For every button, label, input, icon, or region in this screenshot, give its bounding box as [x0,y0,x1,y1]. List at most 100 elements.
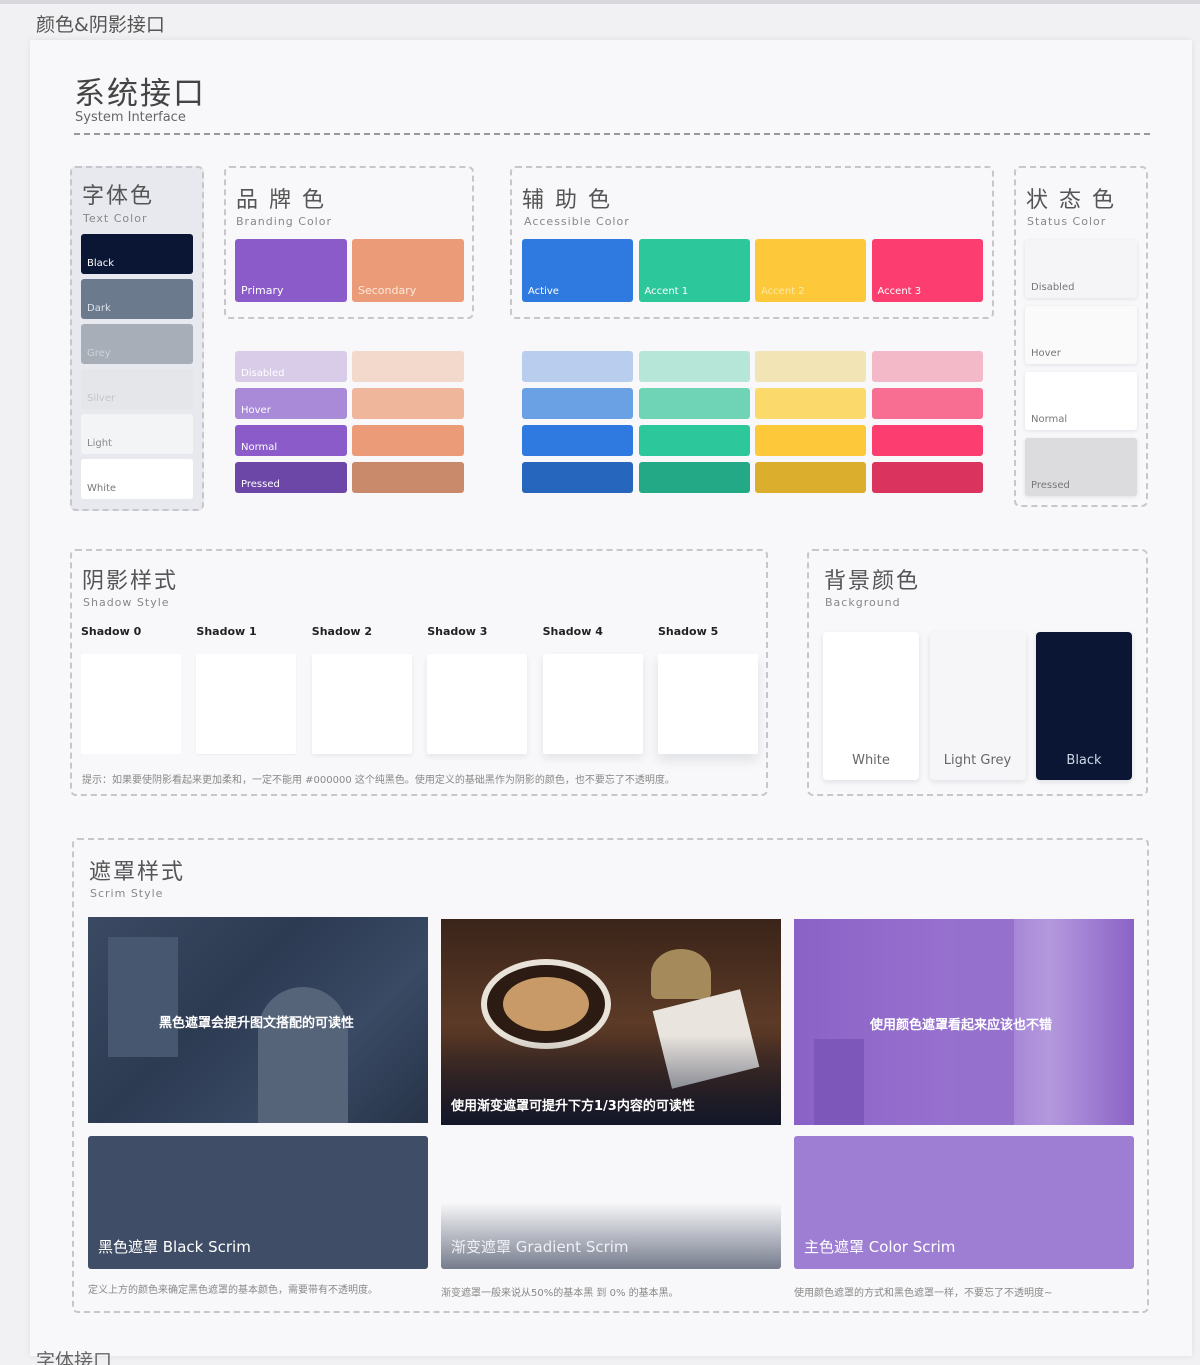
background-subtitle: Background [825,596,901,609]
status-normal-swatch[interactable]: Normal [1025,372,1137,430]
text-color-label: Grey [87,348,111,359]
accessible-color-subtitle: Accessible Color [524,215,630,228]
black-scrim-card: 黑色遮罩 Black Scrim [88,1136,428,1269]
chair-shape [814,1039,864,1125]
status-hover-swatch[interactable]: Hover [1025,306,1137,364]
color-scrim-label: 主色遮罩 Color Scrim [804,1238,956,1256]
accessible-state-swatch[interactable] [522,351,633,382]
title-divider [74,133,1150,135]
accessible-state-swatch[interactable] [755,388,866,419]
shadow-style-subtitle: Shadow Style [83,596,170,609]
background-black-card[interactable]: Black [1036,632,1132,780]
accessible-label: Accent 2 [761,286,805,297]
accessible-swatch-4[interactable]: Accent 3 [871,239,983,302]
primary-normal-swatch[interactable]: Normal [235,425,347,456]
accessible-swatch-3[interactable]: Accent 2 [755,239,866,302]
accessible-state-swatch[interactable] [638,462,750,493]
black-scrim-photo: 黑色遮罩会提升图文搭配的可读性 [88,917,428,1123]
shadow-label: Shadow 3 [427,625,488,638]
black-scrim-caption: 黑色遮罩会提升图文搭配的可读性 [159,1016,355,1031]
accessible-state-swatch[interactable] [522,462,633,493]
accessible-swatch-2[interactable]: Accent 1 [638,239,750,302]
accessible-state-swatch[interactable] [871,351,983,382]
gradient-scrim-photo: 使用渐变遮罩可提升下方1/3内容的可读性 [441,919,781,1125]
accessible-label: Accent 3 [877,286,922,297]
secondary-swatch[interactable]: Secondary [352,239,464,302]
shadow-0-card [81,654,181,754]
shadow-hint: 提示：如果要使阴影看起来更加柔和，一定不能用 #000000 这个纯黑色。使用定… [82,775,675,786]
gradient-scrim-card: 渐变遮罩 Gradient Scrim [441,1136,781,1269]
shadow-4-card [542,654,643,754]
accessible-state-swatch[interactable] [638,388,750,419]
primary-state-label: Normal [241,442,278,453]
accessible-state-swatch[interactable] [638,425,750,456]
secondary-pressed-swatch[interactable] [352,462,464,493]
black-scrim-note: 定义上方的颜色来确定黑色遮罩的基本颜色，需要带有不透明度。 [88,1285,378,1296]
accessible-state-swatch[interactable] [638,351,750,382]
color-scrim-card: 主色遮罩 Color Scrim [794,1136,1134,1269]
status-label: Pressed [1031,480,1070,491]
secondary-normal-swatch[interactable] [352,425,464,456]
accessible-state-swatch[interactable] [755,351,866,382]
accessible-state-swatch[interactable] [871,388,983,419]
shadow-2-card [311,654,412,754]
accessible-state-swatch[interactable] [755,462,866,493]
person-shape [258,987,348,1123]
text-color-label: Light [87,438,112,449]
background-light-grey-card[interactable]: Light Grey [929,632,1026,780]
background-title: 背景颜色 [824,569,921,594]
shadow-style-title: 阴影样式 [82,569,179,594]
color-scrim-photo: 使用颜色遮罩看起来应该也不错 [794,919,1134,1125]
shadow-label: Shadow 1 [196,625,257,638]
status-label: Disabled [1031,282,1075,293]
text-color-swatch-dark[interactable]: Dark [81,279,193,319]
scrim-style-title: 遮罩样式 [89,860,186,885]
shadow-label: Shadow 4 [542,625,603,638]
status-pressed-swatch[interactable]: Pressed [1025,438,1137,496]
primary-state-label: Hover [241,405,271,416]
status-disabled-swatch[interactable]: Disabled [1025,240,1137,298]
text-color-label: Black [87,258,115,269]
shadow-5-card [658,654,758,754]
secondary-hover-swatch[interactable] [352,388,464,419]
text-color-swatch-black[interactable]: Black [81,234,193,274]
accessible-state-swatch[interactable] [522,425,633,456]
background-white-card[interactable]: White [823,632,919,780]
accessible-swatch-1[interactable]: Active [522,239,633,302]
text-color-title: 字体色 [82,184,155,209]
text-color-label: Silver [87,393,116,404]
latte-art-shape [503,977,589,1031]
shadow-label: Shadow 5 [658,625,719,638]
accessible-label: Active [528,286,559,297]
color-scrim-note: 使用颜色遮罩的方式和黑色遮罩一样，不要忘了不透明度~ [794,1288,1053,1299]
primary-state-label: Disabled [241,368,285,379]
page-title: 系统接口 [74,76,206,112]
accessible-state-swatch[interactable] [871,425,983,456]
text-color-swatch-white[interactable]: White [81,459,193,499]
text-color-label: Dark [87,303,111,314]
black-scrim-label: 黑色遮罩 Black Scrim [98,1238,251,1256]
status-color-subtitle: Status Color [1027,215,1107,228]
primary-disabled-swatch[interactable]: Disabled [235,351,347,382]
primary-pressed-swatch[interactable]: Pressed [235,462,347,493]
accessible-state-swatch[interactable] [871,462,983,493]
text-color-swatch-light[interactable]: Light [81,414,193,454]
status-label: Normal [1031,414,1068,425]
primary-hover-swatch[interactable]: Hover [235,388,347,419]
gradient-scrim-caption: 使用渐变遮罩可提升下方1/3内容的可读性 [451,1099,695,1114]
primary-swatch[interactable]: Primary [235,239,347,302]
shadow-label: Shadow 2 [311,625,373,638]
background-label: Black [1066,753,1102,768]
accessible-state-swatch[interactable] [755,425,866,456]
gradient-scrim-note: 渐变遮罩一般来说从50%的基本黑 到 0% 的基本黑。 [441,1288,679,1299]
accessible-state-swatch[interactable] [522,388,633,419]
text-color-subtitle: Text Color [83,212,148,225]
text-color-swatch-silver[interactable]: Silver [81,369,193,409]
text-color-swatch-grey[interactable]: Grey [81,324,193,364]
secondary-disabled-swatch[interactable] [352,351,464,382]
primary-state-label: Pressed [241,479,280,490]
shadow-1-card [196,654,297,754]
next-frame-title: 字体接口 [36,1350,113,1365]
bell-shape [651,949,711,999]
status-color-title: 状 态 色 [1026,188,1116,213]
